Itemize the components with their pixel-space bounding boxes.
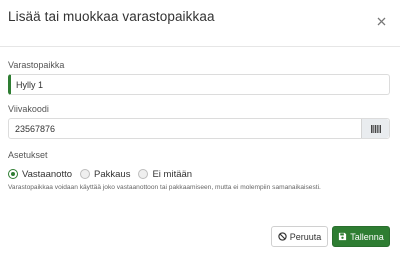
barcode-icon — [370, 124, 381, 133]
radio-option-pakkaus[interactable]: Pakkaus — [80, 169, 130, 180]
radio-button-checked[interactable] — [8, 169, 18, 179]
barcode-scan-button[interactable] — [361, 119, 389, 138]
location-value: Hylly 1 — [16, 79, 44, 90]
cancel-button[interactable]: Peruuta — [271, 226, 328, 247]
barcode-field[interactable]: 23567876 — [8, 118, 390, 139]
radio-button[interactable] — [138, 169, 149, 179]
floppy-disk-icon — [339, 232, 347, 241]
radio-option-ei-mitaan[interactable]: Ei mitään — [138, 169, 192, 180]
location-field[interactable]: Hylly 1 — [8, 74, 390, 95]
settings-radio-group: Vastaanotto Pakkaus Ei mitään — [8, 168, 200, 180]
save-button[interactable]: Tallenna — [332, 226, 390, 247]
radio-label: Vastaanotto — [22, 168, 73, 180]
location-label: Varastopaikka — [8, 60, 65, 70]
radio-button[interactable] — [80, 169, 91, 179]
radio-label: Pakkaus — [94, 168, 131, 180]
header-divider — [0, 46, 400, 47]
settings-label: Asetukset — [8, 150, 48, 160]
barcode-value: 23567876 — [15, 123, 56, 134]
radio-option-vastaanotto[interactable]: Vastaanotto — [8, 169, 72, 180]
settings-help-text: Varastopaikkaa voidaan käyttää joko vast… — [8, 184, 321, 191]
close-icon — [377, 17, 385, 25]
close-button[interactable] — [374, 14, 388, 28]
ban-icon — [278, 232, 287, 241]
barcode-label: Viivakoodi — [8, 104, 49, 114]
dialog-title: Lisää tai muokkaa varastopaikkaa — [8, 9, 215, 24]
save-label: Tallenna — [350, 231, 384, 242]
radio-label: Ei mitään — [152, 168, 193, 180]
cancel-label: Peruuta — [289, 231, 322, 242]
